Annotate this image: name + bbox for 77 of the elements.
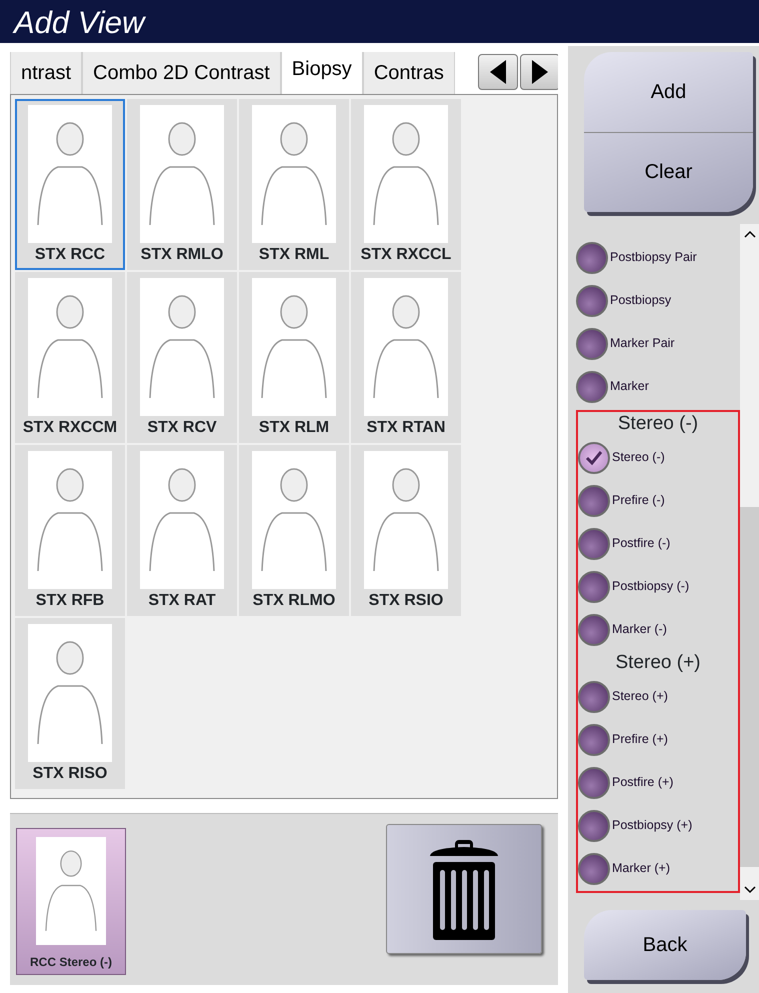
view-label: STX RMLO [140, 246, 224, 262]
view-tile[interactable]: STX RML [239, 99, 349, 270]
radio-button[interactable] [578, 810, 610, 842]
view-tile[interactable]: STX RCC [15, 99, 125, 270]
option-label: Stereo (+) [612, 688, 668, 706]
radio-button[interactable] [578, 614, 610, 646]
option-label: Marker Pair [610, 335, 675, 352]
radio-button[interactable] [576, 370, 608, 402]
view-tile[interactable]: STX RISO [15, 618, 125, 789]
view-tile[interactable]: STX RXCCM [15, 272, 125, 443]
view-label: STX RXCCL [360, 246, 452, 262]
view-tile[interactable]: STX RLM [239, 272, 349, 443]
radio-button[interactable] [578, 766, 610, 798]
back-button[interactable]: Back [584, 910, 746, 980]
view-label: RCC Stereo (-) [30, 954, 112, 971]
window-title: Add View [0, 0, 759, 46]
option-label: Postbiopsy (-) [612, 578, 690, 596]
radio-button[interactable] [576, 284, 608, 316]
view-tile[interactable]: STX RMLO [127, 99, 237, 270]
view-tile[interactable]: STX RTAN [351, 272, 461, 443]
view-label: STX RCC [34, 246, 106, 262]
option-label: Postfire (+) [612, 774, 674, 792]
view-label: STX RLM [258, 420, 330, 436]
radio-button[interactable] [578, 528, 610, 560]
tab[interactable]: Combo 2D Contrast [82, 52, 281, 94]
scroll-down-icon[interactable] [744, 886, 756, 894]
view-tile[interactable]: STX RLMO [239, 445, 349, 616]
view-tile[interactable]: STX RAT [127, 445, 237, 616]
view-label: STX RLMO [252, 592, 336, 608]
selected-view-tile[interactable]: RCC Stereo (-) [16, 828, 126, 975]
option-label: Marker (-) [612, 621, 667, 638]
option-label: Prefire (-) [612, 492, 665, 510]
view-label: STX RAT [148, 592, 216, 608]
option-label: Postfire (-) [612, 535, 670, 552]
radio-button[interactable] [578, 680, 610, 712]
view-tile[interactable]: STX RFB [15, 445, 125, 616]
option-label: Postbiopsy (+) [612, 817, 692, 834]
view-tile[interactable]: STX RXCCL [351, 99, 461, 270]
option-label: Stereo (-) [612, 449, 665, 466]
radio-button[interactable] [578, 852, 610, 884]
option-label: Postbiopsy [610, 292, 672, 310]
add-button[interactable]: Add [584, 52, 753, 132]
group-heading: Stereo (-) [616, 412, 700, 436]
view-tile[interactable]: STX RCV [127, 272, 237, 443]
trash-icon [429, 838, 499, 940]
scroll-right-button[interactable] [520, 54, 558, 90]
view-label: STX RFB [36, 592, 104, 608]
scrollbar[interactable] [740, 224, 759, 900]
radio-button[interactable] [576, 242, 608, 274]
view-label: STX RSIO [368, 592, 444, 608]
scroll-left-button[interactable] [478, 54, 518, 90]
check-icon [585, 450, 603, 466]
radio-button[interactable] [578, 484, 610, 516]
radio-button[interactable] [578, 442, 610, 474]
group-heading: Stereo (+) [614, 651, 702, 675]
view-label: STX RTAN [366, 420, 446, 436]
clear-button[interactable]: Clear [584, 132, 753, 212]
delete-button[interactable] [386, 824, 542, 954]
scroll-up-icon[interactable] [744, 230, 756, 238]
tab[interactable]: Biopsy [280, 52, 363, 94]
view-label: STX RXCCM [22, 420, 118, 436]
radio-button[interactable] [578, 570, 610, 602]
view-tile[interactable]: STX RSIO [351, 445, 461, 616]
view-label: STX RML [258, 246, 330, 262]
scrollbar-thumb[interactable] [740, 507, 759, 867]
option-label: Marker (+) [612, 860, 670, 878]
option-label: Postbiopsy Pair [610, 249, 697, 266]
option-label: Marker [610, 378, 649, 396]
option-label: Prefire (+) [612, 731, 668, 748]
left-triangle-icon [489, 59, 507, 85]
right-triangle-icon [531, 59, 549, 85]
tab[interactable]: ntrast [10, 52, 82, 94]
radio-button[interactable] [576, 328, 608, 360]
radio-button[interactable] [578, 724, 610, 756]
view-label: STX RISO [32, 766, 108, 782]
tab[interactable]: Contras [362, 52, 455, 94]
view-label: STX RCV [147, 420, 217, 436]
